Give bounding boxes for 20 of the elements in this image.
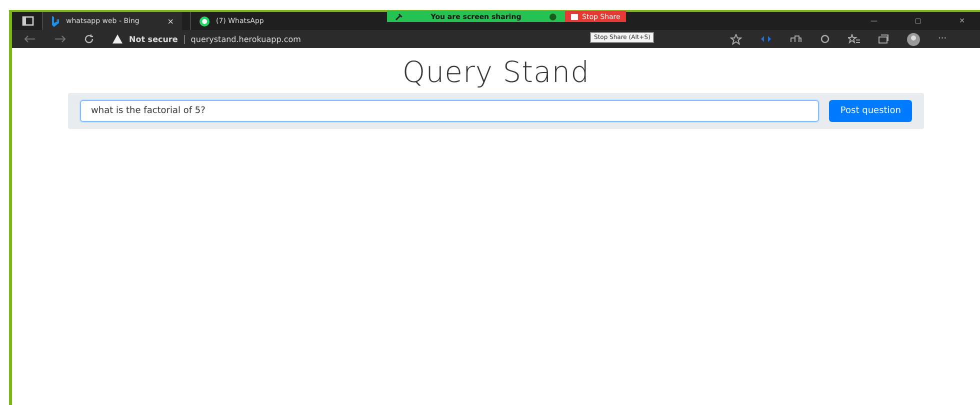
star-icon[interactable] [730,34,742,44]
url-text[interactable]: querystand.herokuapp.com [190,34,301,44]
reload-icon[interactable] [84,34,94,44]
favorites-icon[interactable] [848,34,860,44]
stop-icon [571,14,578,20]
page-title: Query Stand [402,55,590,89]
b-logo-icon [51,16,60,26]
pin-icon [395,12,403,20]
tab-close-button[interactable]: × [167,16,174,26]
menu-button[interactable]: ··· [938,34,947,44]
post-question-button[interactable]: Post question [829,100,912,122]
security-label[interactable]: Not secure [129,34,178,44]
avatar-icon[interactable] [907,32,920,46]
chat-bubble-icon [199,16,210,26]
question-input[interactable]: what is the factorial of 5? [80,100,820,122]
back-arrow-icon[interactable] [24,35,36,43]
collections-icon[interactable] [878,34,889,44]
tab-panel-icon[interactable] [22,16,34,26]
warning-icon [112,34,123,44]
forward-arrow-icon[interactable] [54,35,66,43]
